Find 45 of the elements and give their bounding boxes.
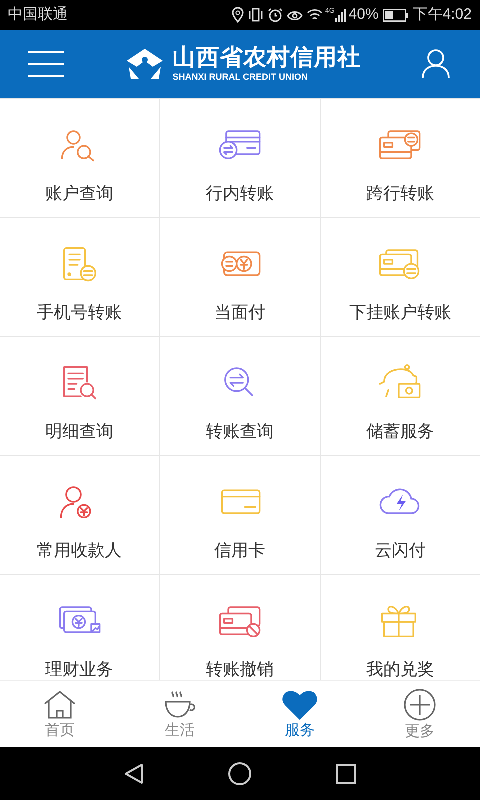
signal-icon [334,8,347,22]
logo-title: 山西省农村信用社 [172,46,362,69]
clock-time: 下午4:02 [412,4,472,25]
service-tile[interactable]: 转账撤销 [160,575,320,680]
location-icon [232,7,244,23]
tab-item[interactable]: 首页 [0,681,120,747]
service-tile[interactable]: 信用卡 [160,456,320,574]
service-tile[interactable]: 跨行转账 [320,99,480,217]
battery-icon [382,8,409,22]
tab-item[interactable]: 生活 [120,681,240,747]
plus-circle-icon [403,689,437,721]
service-tile[interactable]: 云闪付 [320,456,480,574]
vibrate-icon [248,8,264,22]
menu-button[interactable] [28,49,64,79]
home-circle-icon [228,762,252,786]
wifi-icon [307,8,324,22]
profile-button[interactable] [422,49,452,79]
service-tile[interactable]: 常用收款人 [0,456,160,574]
carrier-name: 中国联通 [8,4,68,25]
home-icon [43,690,77,720]
tab-item[interactable]: 更多 [360,681,480,747]
service-tile[interactable]: 明细查询 [0,337,160,455]
recents-button[interactable] [336,764,356,784]
service-tile[interactable]: 账户查询 [0,99,160,217]
back-button[interactable] [124,762,144,784]
alarm-icon [268,8,284,22]
coffee-cup-icon [163,690,197,720]
service-tile[interactable]: 理财业务 [0,575,160,680]
menu-icon [28,50,64,78]
logo-icon [124,47,165,81]
tab-item[interactable]: 服务 [240,681,360,747]
home-button[interactable] [228,762,252,786]
service-tile[interactable]: 我的兑奖 [320,575,480,680]
heart-icon [282,690,318,720]
service-tile[interactable]: 当面付 [160,218,320,336]
battery-percent: 40% [348,4,379,25]
square-icon [336,764,356,784]
logo-subtitle: SHANXI RURAL CREDIT UNION [172,73,308,82]
back-icon [124,762,144,784]
service-tile[interactable]: 手机号转账 [0,218,160,336]
service-tile[interactable]: 储蓄服务 [320,337,480,455]
service-tile[interactable]: 转账查询 [160,337,320,455]
service-tile[interactable]: 下挂账户转账 [320,218,480,336]
user-icon [422,49,450,79]
service-tile[interactable]: 行内转账 [160,99,320,217]
